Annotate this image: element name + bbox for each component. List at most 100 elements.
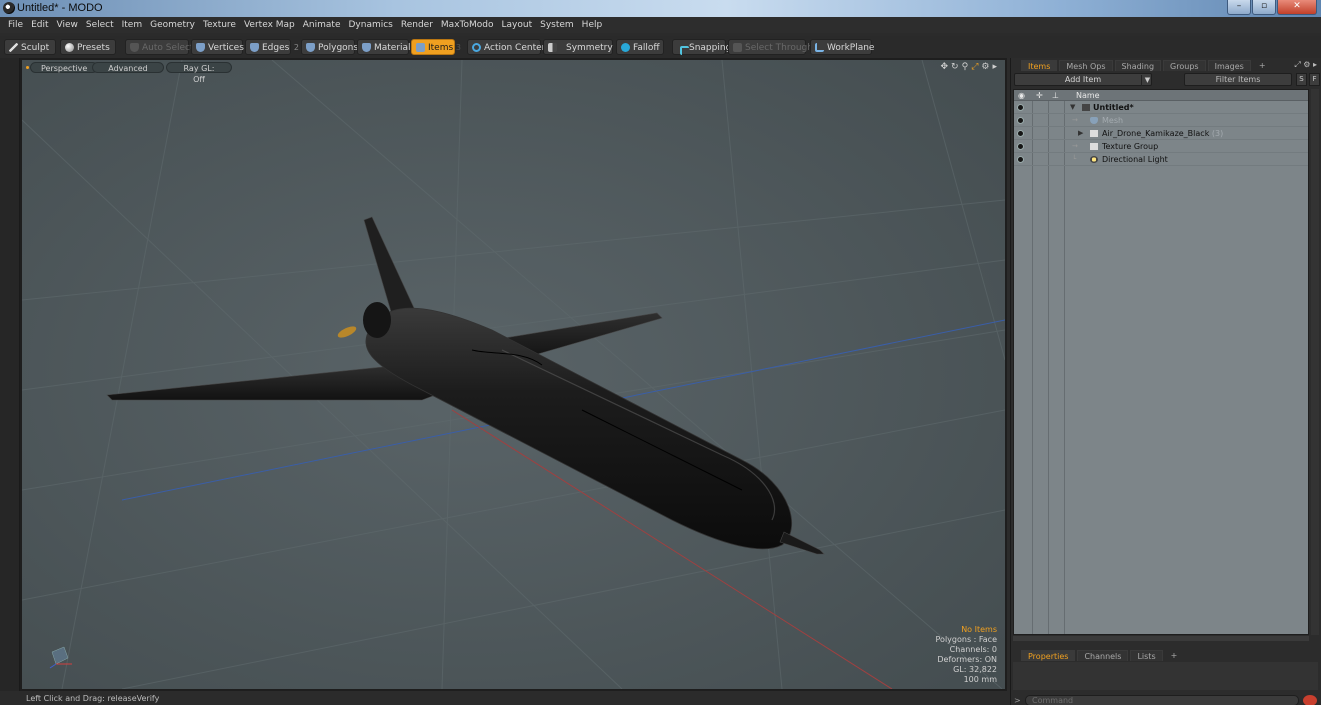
mesh-icon: [1090, 117, 1098, 124]
scene-render: [22, 60, 1005, 689]
auto-select-icon: [130, 43, 139, 52]
menu-select[interactable]: Select: [82, 17, 118, 33]
close-button[interactable]: ✕: [1277, 0, 1317, 15]
menu-item[interactable]: Item: [118, 17, 147, 33]
tab-items[interactable]: Items: [1021, 60, 1058, 71]
tree-item-label: Texture Group: [1102, 142, 1159, 151]
shading-style-dropdown[interactable]: Advanced: [92, 62, 164, 73]
stat-deformers: Deformers: ON: [937, 655, 997, 664]
visibility-eye-icon[interactable]: [1017, 117, 1024, 124]
select-through-icon: [733, 43, 742, 52]
command-input[interactable]: Command: [1025, 695, 1299, 705]
add-props-tab-button[interactable]: +: [1165, 650, 1184, 661]
tab-shading[interactable]: Shading: [1114, 60, 1162, 71]
drone-item-name: Air_Drone_Kamikaze_Black: [1102, 129, 1210, 138]
menu-system[interactable]: System: [536, 17, 578, 33]
pin-column-icon[interactable]: ⊥: [1052, 90, 1059, 101]
edges-count-badge: 2: [293, 43, 299, 52]
maximize-button[interactable]: ▫: [1252, 0, 1276, 15]
rotate-icon[interactable]: ↻: [951, 62, 959, 72]
tab-properties[interactable]: Properties: [1021, 650, 1076, 661]
visibility-eye-icon[interactable]: [1017, 156, 1024, 163]
menu-maxtomodo[interactable]: MaxToModo: [437, 17, 498, 33]
tab-images[interactable]: Images: [1207, 60, 1251, 71]
name-column-header[interactable]: Name: [1076, 90, 1100, 101]
properties-panel: [1013, 662, 1318, 690]
zoom-icon[interactable]: ⚲: [962, 62, 969, 72]
materials-button[interactable]: Materials: [357, 39, 415, 55]
tab-channels[interactable]: Channels: [1077, 650, 1129, 661]
menu-help[interactable]: Help: [578, 17, 607, 33]
visibility-column-icon[interactable]: ◉: [1018, 90, 1025, 101]
tree-vertical-scrollbar[interactable]: [1311, 89, 1319, 635]
auto-select-button[interactable]: Auto Select: [125, 39, 194, 55]
menu-dynamics[interactable]: Dynamics: [344, 17, 396, 33]
record-macro-icon[interactable]: [1303, 695, 1317, 705]
viewport-menu-icon[interactable]: ▸: [992, 62, 997, 72]
tab-lists[interactable]: Lists: [1130, 650, 1163, 661]
main-toolbar: Sculpt Presets Auto Select Vertices Edge…: [0, 36, 1321, 58]
tab-mesh-ops[interactable]: Mesh Ops: [1059, 60, 1113, 71]
visibility-eye-icon[interactable]: [1017, 143, 1024, 150]
tree-branch-icon: →: [1072, 116, 1078, 124]
polygons-button[interactable]: Polygons: [301, 39, 358, 55]
menu-view[interactable]: View: [53, 17, 82, 33]
view-mode-dropdown[interactable]: Perspective: [30, 62, 99, 73]
filter-items-input[interactable]: Filter Items: [1184, 73, 1292, 86]
maximize-viewport-icon[interactable]: ⤢: [971, 62, 978, 72]
tree-horizontal-scrollbar[interactable]: [1013, 636, 1309, 641]
tree-row[interactable]: └ Directional Light: [1014, 153, 1308, 166]
menu-texture[interactable]: Texture: [199, 17, 240, 33]
left-toolbox-strip[interactable]: [0, 58, 20, 691]
menu-geometry[interactable]: Geometry: [146, 17, 199, 33]
snapping-button[interactable]: Snapping: [672, 39, 731, 55]
filter-s-button[interactable]: S: [1296, 73, 1307, 86]
expand-arrow-icon[interactable]: ▶: [1078, 127, 1083, 140]
tree-row[interactable]: → Mesh: [1014, 114, 1308, 127]
stat-gl: GL: 32,822: [953, 665, 997, 674]
menu-layout[interactable]: Layout: [498, 17, 537, 33]
window-title: Untitled* - MODO: [17, 2, 103, 14]
edges-button[interactable]: Edges 2: [245, 39, 299, 55]
menu-vertex-map[interactable]: Vertex Map: [240, 17, 299, 33]
snapping-label: Snapping: [689, 43, 732, 53]
workplane-button[interactable]: WorkPlane: [810, 39, 874, 55]
3d-viewport[interactable]: Perspective Advanced Ray GL: Off ✥ ↻ ⚲ ⤢…: [20, 58, 1007, 691]
falloff-button[interactable]: Falloff: [616, 39, 664, 55]
modo-app-icon: [3, 2, 15, 14]
tree-row[interactable]: → Texture Group: [1014, 140, 1308, 153]
symmetry-button[interactable]: Symmetry: [543, 39, 613, 55]
add-item-button[interactable]: Add Item ▼: [1014, 73, 1152, 86]
presets-button[interactable]: Presets: [60, 39, 116, 55]
viewport-settings-icon[interactable]: ⚙: [981, 62, 989, 72]
lock-column-icon[interactable]: ✛: [1036, 90, 1043, 101]
panel-options-icon[interactable]: ⤢ ⚙ ▸: [1294, 60, 1317, 70]
select-through-button[interactable]: Select Through: [728, 39, 813, 55]
menu-animate[interactable]: Animate: [299, 17, 345, 33]
visibility-eye-icon[interactable]: [1017, 130, 1024, 137]
expand-arrow-icon[interactable]: ▼: [1070, 101, 1075, 114]
tree-row[interactable]: ▼ Untitled*: [1014, 101, 1308, 114]
tree-row[interactable]: ▶ Air_Drone_Kamikaze_Black (3): [1014, 127, 1308, 140]
pan-icon[interactable]: ✥: [941, 62, 949, 72]
menu-edit[interactable]: Edit: [27, 17, 52, 33]
filter-f-button[interactable]: F: [1309, 73, 1320, 86]
add-tab-button[interactable]: +: [1253, 60, 1272, 71]
edges-label: Edges: [262, 43, 290, 53]
add-item-dropdown-icon[interactable]: ▼: [1141, 75, 1153, 86]
vertices-button[interactable]: Vertices: [191, 39, 244, 55]
command-prompt-icon: >: [1014, 696, 1021, 705]
menu-file[interactable]: File: [4, 17, 27, 33]
visibility-eye-icon[interactable]: [1017, 104, 1024, 111]
action-center-button[interactable]: Action Center: [467, 39, 545, 55]
raygl-toggle[interactable]: Ray GL: Off: [166, 62, 232, 84]
title-bar: Untitled* - MODO – ▫ ✕: [0, 0, 1321, 17]
tree-branch-icon: └: [1072, 155, 1077, 163]
menu-render[interactable]: Render: [397, 17, 437, 33]
tab-groups[interactable]: Groups: [1163, 60, 1206, 71]
sculpt-brush-icon: [9, 43, 18, 52]
items-button[interactable]: Items 3: [411, 39, 461, 55]
minimize-button[interactable]: –: [1227, 0, 1251, 15]
sculpt-button[interactable]: Sculpt: [4, 39, 56, 55]
properties-tab-strip: Properties Channels Lists +: [1011, 650, 1321, 661]
